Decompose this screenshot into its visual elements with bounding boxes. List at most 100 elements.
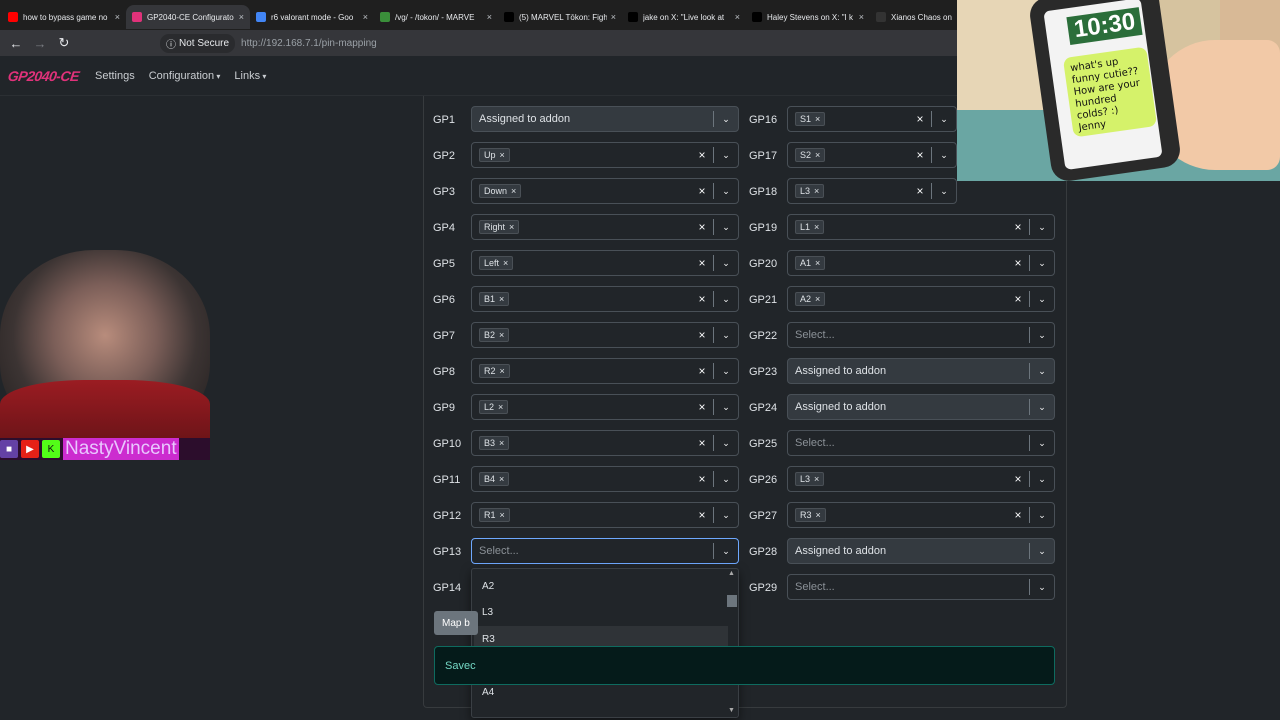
pin-select[interactable]: Assigned to addon ⌄	[471, 106, 739, 132]
pin-select[interactable]: Assigned to addon ⌄	[787, 538, 1055, 564]
omnibox[interactable]: ⓘ Not Secure http://192.168.7.1/pin-mapp…	[154, 33, 974, 53]
remove-chip-icon[interactable]: ×	[500, 366, 505, 376]
reload-icon[interactable]: ↻	[52, 35, 76, 51]
chevron-down-icon[interactable]: ⌄	[1034, 258, 1050, 269]
chevron-down-icon[interactable]: ⌄	[718, 330, 734, 341]
chevron-down-icon[interactable]: ⌄	[718, 114, 734, 125]
clear-icon[interactable]: ×	[695, 148, 709, 162]
chevron-down-icon[interactable]: ⌄	[718, 474, 734, 485]
pin-select[interactable]: S2 × × ⌄	[787, 142, 957, 168]
remove-chip-icon[interactable]: ×	[816, 510, 821, 520]
browser-tab[interactable]: GP2040-CE Configurato ×	[126, 5, 250, 29]
scroll-up-icon[interactable]: ▲	[728, 570, 735, 577]
pin-select[interactable]: Left × × ⌄	[471, 250, 739, 276]
browser-tab[interactable]: Haley Stevens on X: "I k ×	[746, 5, 870, 29]
chevron-down-icon[interactable]: ⌄	[1034, 294, 1050, 305]
remove-chip-icon[interactable]: ×	[499, 294, 504, 304]
clear-icon[interactable]: ×	[695, 364, 709, 378]
chevron-down-icon[interactable]: ⌄	[718, 546, 734, 557]
pin-select[interactable]: L2 × × ⌄	[471, 394, 739, 420]
browser-tab[interactable]: how to bypass game no ×	[2, 5, 126, 29]
pin-select[interactable]: B1 × × ⌄	[471, 286, 739, 312]
clear-icon[interactable]: ×	[695, 328, 709, 342]
clear-icon[interactable]: ×	[1011, 472, 1025, 486]
chevron-down-icon[interactable]: ⌄	[718, 150, 734, 161]
remove-chip-icon[interactable]: ×	[815, 294, 820, 304]
remove-chip-icon[interactable]: ×	[815, 258, 820, 268]
pin-select[interactable]: Up × × ⌄	[471, 142, 739, 168]
pin-select[interactable]: Assigned to addon ⌄	[787, 358, 1055, 384]
dropdown-option[interactable]: A2	[474, 573, 728, 599]
not-secure-badge[interactable]: ⓘ Not Secure	[160, 33, 236, 53]
close-tab-icon[interactable]: ×	[735, 12, 740, 22]
remove-chip-icon[interactable]: ×	[815, 150, 820, 160]
chevron-down-icon[interactable]: ⌄	[936, 150, 952, 161]
pin-select[interactable]: B2 × × ⌄	[471, 322, 739, 348]
remove-chip-icon[interactable]: ×	[814, 222, 819, 232]
chevron-down-icon[interactable]: ⌄	[1034, 438, 1050, 449]
clear-icon[interactable]: ×	[913, 184, 927, 198]
remove-chip-icon[interactable]: ×	[499, 474, 504, 484]
clear-icon[interactable]: ×	[1011, 508, 1025, 522]
chevron-down-icon[interactable]: ⌄	[1034, 366, 1050, 377]
forward-icon[interactable]: →	[28, 36, 52, 51]
close-tab-icon[interactable]: ×	[239, 12, 244, 22]
chevron-down-icon[interactable]: ⌄	[1034, 330, 1050, 341]
chevron-down-icon[interactable]: ⌄	[936, 186, 952, 197]
nav-links[interactable]: Links	[234, 70, 266, 82]
clear-icon[interactable]: ×	[695, 436, 709, 450]
remove-chip-icon[interactable]: ×	[503, 258, 508, 268]
chevron-down-icon[interactable]: ⌄	[718, 366, 734, 377]
remove-chip-icon[interactable]: ×	[511, 186, 516, 196]
remove-chip-icon[interactable]: ×	[814, 474, 819, 484]
pin-select[interactable]: B4 × × ⌄	[471, 466, 739, 492]
chevron-down-icon[interactable]: ⌄	[1034, 582, 1050, 593]
chevron-down-icon[interactable]: ⌄	[1034, 222, 1050, 233]
browser-tab[interactable]: /vg/ - /tokon/ - MARVE ×	[374, 5, 498, 29]
chevron-down-icon[interactable]: ⌄	[718, 438, 734, 449]
remove-chip-icon[interactable]: ×	[509, 222, 514, 232]
gp13-dropdown-menu[interactable]: ▲ ▼ A2L3R3A3A4	[471, 568, 739, 718]
chevron-down-icon[interactable]: ⌄	[718, 258, 734, 269]
clear-icon[interactable]: ×	[695, 184, 709, 198]
chevron-down-icon[interactable]: ⌄	[718, 186, 734, 197]
remove-chip-icon[interactable]: ×	[499, 438, 504, 448]
pin-select[interactable]: A2 × × ⌄	[787, 286, 1055, 312]
pin-select[interactable]: Right × × ⌄	[471, 214, 739, 240]
clear-icon[interactable]: ×	[913, 148, 927, 162]
close-tab-icon[interactable]: ×	[487, 12, 492, 22]
back-icon[interactable]: ←	[4, 36, 28, 51]
chevron-down-icon[interactable]: ⌄	[718, 402, 734, 413]
pin-select[interactable]: Select... ⌄	[787, 574, 1055, 600]
chevron-down-icon[interactable]: ⌄	[718, 510, 734, 521]
pin-select[interactable]: L1 × × ⌄	[787, 214, 1055, 240]
scroll-down-icon[interactable]: ▼	[728, 707, 735, 714]
clear-icon[interactable]: ×	[695, 400, 709, 414]
clear-icon[interactable]: ×	[695, 220, 709, 234]
close-tab-icon[interactable]: ×	[363, 12, 368, 22]
browser-tab[interactable]: r6 valorant mode - Goo ×	[250, 5, 374, 29]
pin-select[interactable]: Assigned to addon ⌄	[787, 394, 1055, 420]
browser-tab[interactable]: jake on X: "Live look at ×	[622, 5, 746, 29]
remove-chip-icon[interactable]: ×	[500, 150, 505, 160]
chevron-down-icon[interactable]: ⌄	[1034, 510, 1050, 521]
clear-icon[interactable]: ×	[695, 472, 709, 486]
brand-logo[interactable]: GP2040-CE	[7, 68, 80, 84]
chevron-down-icon[interactable]: ⌄	[718, 294, 734, 305]
clear-icon[interactable]: ×	[695, 256, 709, 270]
clear-icon[interactable]: ×	[1011, 256, 1025, 270]
chevron-down-icon[interactable]: ⌄	[1034, 474, 1050, 485]
clear-icon[interactable]: ×	[1011, 292, 1025, 306]
clear-icon[interactable]: ×	[695, 508, 709, 522]
map-buttons-button[interactable]: Map b	[434, 611, 478, 635]
chevron-down-icon[interactable]: ⌄	[936, 114, 952, 125]
pin-select[interactable]: Select... ⌄	[787, 322, 1055, 348]
nav-configuration[interactable]: Configuration	[149, 70, 221, 82]
pin-select[interactable]: Select... ⌄	[471, 538, 739, 564]
dropdown-option[interactable]: L3	[474, 600, 728, 626]
pin-select[interactable]: Select... ⌄	[787, 430, 1055, 456]
remove-chip-icon[interactable]: ×	[500, 510, 505, 520]
remove-chip-icon[interactable]: ×	[814, 186, 819, 196]
clear-icon[interactable]: ×	[913, 112, 927, 126]
close-tab-icon[interactable]: ×	[611, 12, 616, 22]
